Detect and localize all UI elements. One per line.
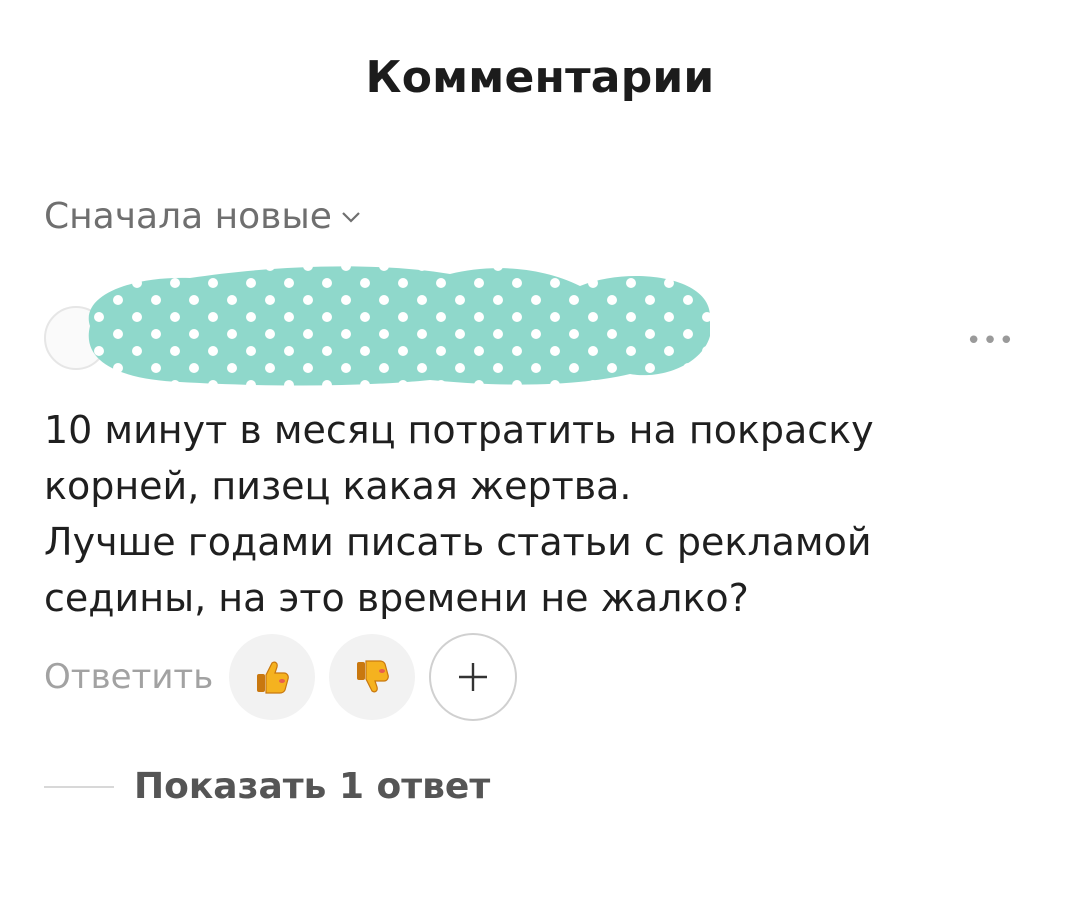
comment-line: 10 минут в месяц потратить на покраску [44,408,874,452]
show-replies-label: Показать 1 ответ [134,766,491,807]
comment-line: седины, на это времени не жалко? [44,576,749,620]
add-reaction-button[interactable] [429,633,518,721]
plus-icon [459,663,488,691]
comment-line: корней, пизец какая жертва. [44,464,632,508]
chevron-down-icon [342,211,360,223]
divider [44,785,114,788]
dislike-button[interactable] [329,634,416,720]
sort-dropdown[interactable]: Сначала новые [44,196,362,237]
thumbs-up-icon [257,661,290,694]
reply-button[interactable]: Ответить [44,657,213,697]
show-replies-button[interactable]: Показать 1 ответ [44,766,490,807]
comment-actions: Ответить [44,633,518,721]
comment-author[interactable] [44,256,710,386]
thumbs-down-icon [357,660,390,693]
comment-text: 10 минут в месяц потратить на покраску к… [44,402,1004,626]
page-title: Комментарии [365,52,715,103]
more-options-button[interactable]: ••• [966,326,1015,356]
comment-line: Лучше годами писать статьи с рекламой [44,520,872,564]
like-button[interactable] [229,634,316,720]
redaction-scribble [88,266,710,386]
sort-label: Сначала новые [44,196,332,237]
